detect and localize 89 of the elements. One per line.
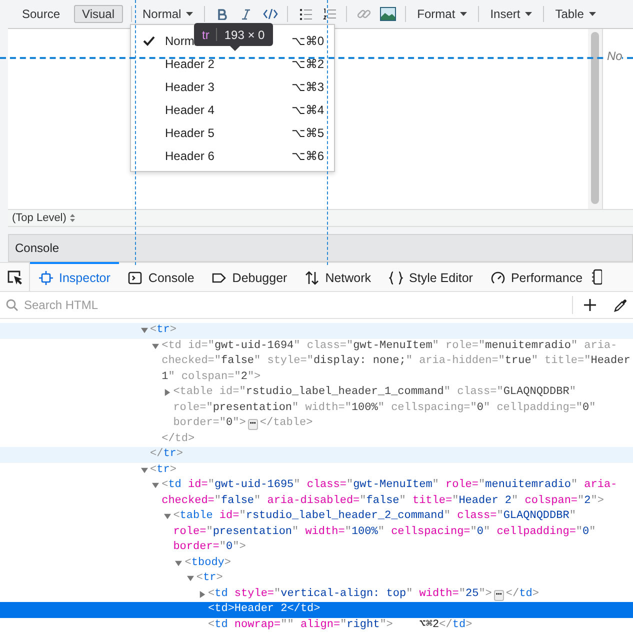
shortcut-text: ⌥⌘4 [291, 102, 324, 116]
console-icon [128, 270, 142, 285]
html-code: <tr> [150, 462, 176, 478]
style-dropdown[interactable]: Normal [140, 7, 196, 21]
html-code: </tr> [150, 447, 184, 462]
italic-icon [242, 8, 250, 20]
html-code: border="0"> [173, 416, 246, 431]
scope-selector[interactable]: (Top Level) [12, 212, 66, 224]
side-note: No [607, 49, 622, 63]
collapse-arrow-icon[interactable] [140, 466, 148, 474]
ellipsis-badge[interactable]: ⋯ [248, 419, 258, 430]
bold-icon [217, 8, 228, 20]
braces-icon [389, 270, 404, 285]
plus-icon [584, 299, 596, 312]
bullet-list-icon [298, 8, 312, 20]
link-icon [357, 7, 372, 21]
menu-dropdown[interactable]: Insert [487, 7, 536, 21]
menu-item[interactable]: Header 5 [165, 126, 214, 140]
checkmark-icon [143, 36, 155, 46]
menu-item[interactable]: Header 4 [165, 102, 214, 116]
menu-item[interactable]: Header 2 [165, 56, 214, 70]
devtools-tab[interactable]: Debugger [203, 262, 296, 292]
mode-tab[interactable]: Visual [74, 5, 122, 23]
html-code: <tbody> [184, 556, 232, 570]
html-code: role="presentation" width="100%" cellspacing="0" cellpadding="0" [173, 524, 596, 540]
chip-icon[interactable] [592, 269, 602, 286]
code-icon [262, 9, 278, 19]
html-code: <tr> [196, 571, 223, 586]
collapse-arrow-icon[interactable] [186, 575, 194, 582]
ellipsis-badge[interactable]: ⋯ [494, 590, 504, 600]
html-code: <tr> [150, 323, 176, 338]
html-code: <td nowrap="" align="right"> ⌥⌘2</td> [208, 618, 472, 632]
shortcut-text: ⌥⌘2 [291, 56, 324, 70]
html-code: checked="false" aria-disabled="false" title="Header 2" colspan="2"> [162, 494, 604, 508]
menu-dropdown[interactable]: Table [552, 7, 599, 21]
html-code: <td style="vertical-align: top" width="25"> [208, 586, 492, 602]
html-code: border="0"> [173, 540, 246, 555]
devtools-tab[interactable]: Performance [482, 262, 592, 292]
menu-dropdown[interactable]: Format [414, 7, 470, 21]
devtools-tab[interactable]: Style Editor [380, 262, 482, 292]
expand-arrow-icon[interactable] [164, 389, 171, 396]
html-code: </td> [506, 586, 539, 602]
html-code: </table> [260, 416, 313, 431]
shortcut-text: ⌥⌘5 [291, 126, 324, 140]
html-code: <td id="gwt-uid-1694" class="gwt-MenuItem" role="menuitemradio" aria- [162, 338, 618, 354]
tooltip-tag: tr [202, 28, 210, 42]
shortcut-text: ⌥⌘0 [291, 34, 324, 48]
mode-tab[interactable]: Source [14, 5, 68, 23]
search-field[interactable]: Search HTML [22, 297, 568, 314]
html-code: role="presentation" width="100%" cellspacing="0" cellpadding="0" [173, 400, 596, 416]
devtools-tab[interactable]: Console [119, 262, 204, 292]
caret-icon [525, 12, 532, 16]
image-icon [380, 7, 396, 21]
html-code: <td id="gwt-uid-1695" class="gwt-MenuItem" role="menuitemradio" aria- [162, 478, 618, 493]
menu-item[interactable]: Header 6 [165, 148, 214, 162]
devtools-tab[interactable]: Network [296, 262, 380, 292]
image-button[interactable] [379, 5, 398, 23]
collapse-arrow-icon[interactable] [175, 560, 182, 567]
debugger-icon [212, 270, 226, 285]
updown-icon [70, 214, 76, 222]
collapse-arrow-icon[interactable] [140, 327, 148, 334]
collapse-arrow-icon[interactable] [152, 342, 160, 350]
collapse-arrow-icon[interactable] [152, 482, 160, 490]
html-code: 1" colspan="2"> [162, 370, 261, 384]
console-bar[interactable]: Console [8, 234, 633, 262]
html-code: <table id="rstudio_label_header_2_command" class="GLAQNQDDBR" [173, 509, 576, 524]
expand-arrow-icon[interactable] [198, 590, 206, 598]
caret-icon [186, 12, 194, 16]
gauge-icon [490, 270, 505, 285]
picker-icon [6, 270, 22, 285]
devtools-tab[interactable]: Inspector [30, 262, 120, 292]
html-code: <td>Header 2</td> [208, 602, 320, 617]
menu-item[interactable]: Header 3 [165, 80, 214, 94]
caret-icon [460, 12, 468, 16]
html-code: </td> [162, 432, 195, 446]
shortcut-text: ⌥⌘6 [291, 148, 324, 162]
numbered-list-icon [322, 8, 336, 20]
scrollbar-thumb[interactable] [591, 32, 599, 204]
eyedropper-icon [614, 298, 626, 312]
collapse-arrow-icon[interactable] [164, 513, 171, 520]
search-icon [6, 299, 18, 312]
tooltip-size: 193 × 0 [224, 28, 265, 42]
arrows-icon [305, 270, 320, 285]
inspector-icon [39, 270, 53, 285]
html-code: <table id="rstudio_label_header_1_command" class="GLAQNQDDBR" [173, 385, 576, 400]
html-code: checked="false" style="display: none;" aria-hidden="true" title="Header [162, 354, 630, 369]
menu-item[interactable]: Norm [165, 34, 194, 48]
shortcut-text: ⌥⌘3 [291, 80, 324, 94]
caret-icon [588, 12, 596, 16]
